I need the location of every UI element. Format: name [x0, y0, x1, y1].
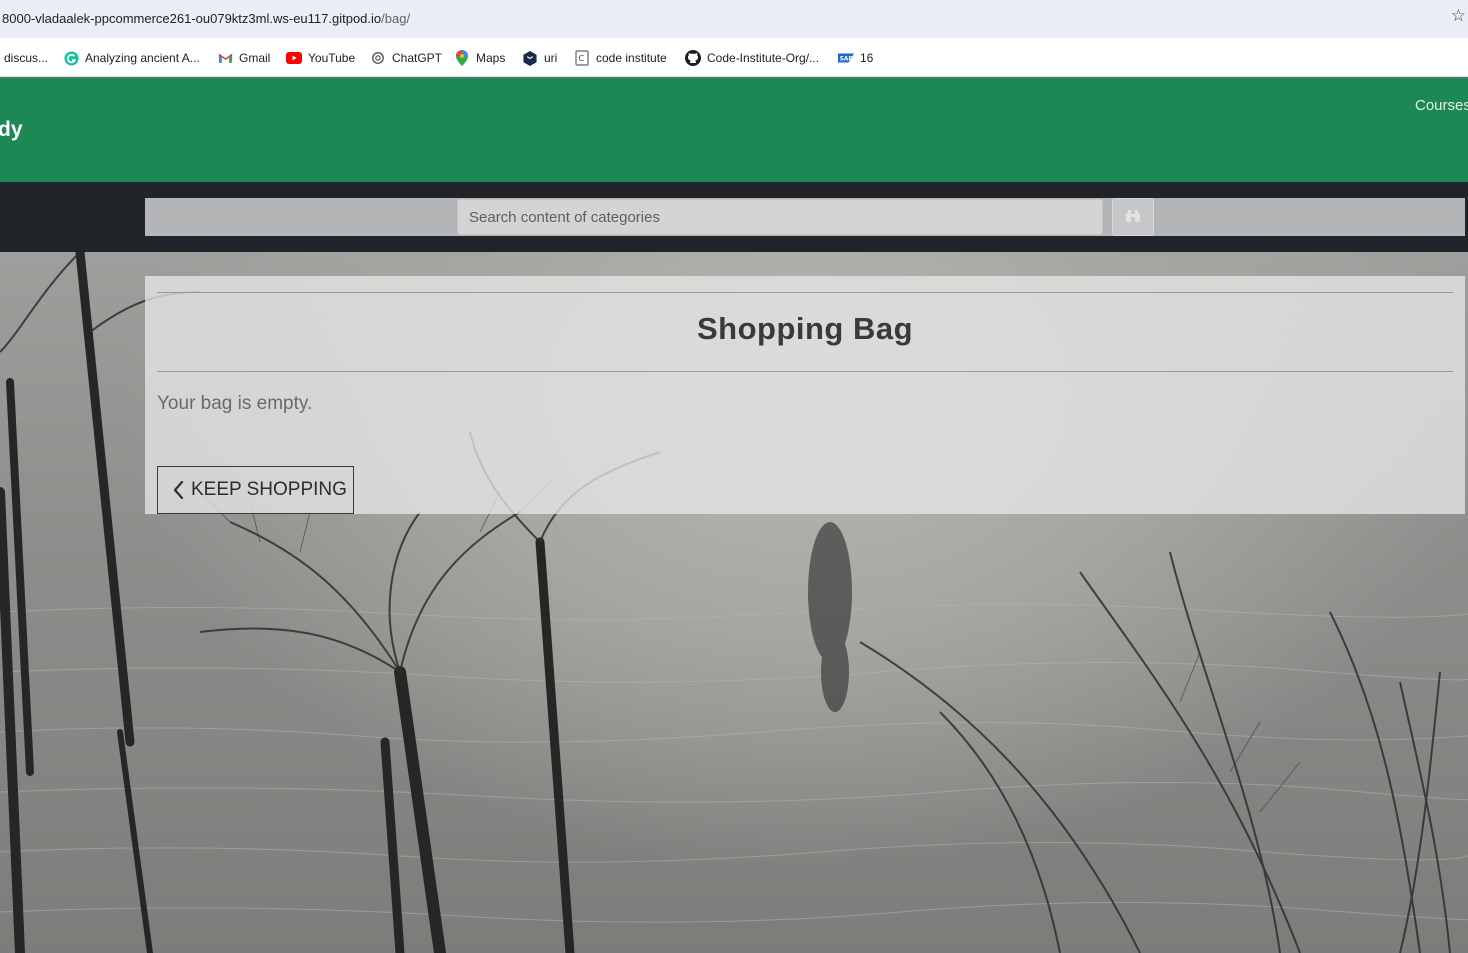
bookmark-uri[interactable]: uri	[522, 49, 557, 67]
bookmark-youtube[interactable]: YouTube	[286, 49, 355, 67]
keep-shopping-button[interactable]: KEEP SHOPPING	[157, 466, 354, 514]
search-input[interactable]	[457, 199, 1103, 235]
bookmark-analyzing-ancient[interactable]: Analyzing ancient A...	[63, 49, 200, 67]
divider-bottom	[157, 371, 1453, 372]
github-icon	[685, 50, 701, 66]
url-host: 8000-vladaalek-ppcommerce261-ou079ktz3ml…	[2, 11, 382, 26]
page-title: Shopping Bag	[696, 311, 914, 346]
bookmark-chatgpt[interactable]: ChatGPT	[370, 49, 442, 67]
empty-bag-message: Your bag is empty.	[157, 393, 313, 414]
page-icon: C	[574, 50, 590, 66]
divider-top	[157, 292, 1453, 293]
site-header	[0, 78, 1468, 182]
bookmark-label: uri	[544, 51, 558, 65]
address-bar[interactable]: 8000-vladaalek-ppcommerce261-ou079ktz3ml…	[0, 0, 1468, 38]
maps-pin-icon	[454, 50, 470, 66]
search-button[interactable]	[1112, 198, 1154, 236]
site-brand[interactable]: dy	[0, 118, 23, 142]
bookmark-label: ChatGPT	[392, 51, 443, 65]
bookmark-discus[interactable]: discus...	[4, 49, 48, 67]
bookmark-label: YouTube	[308, 51, 356, 65]
svg-text:SAP: SAP	[840, 57, 853, 63]
chatgpt-icon	[370, 50, 386, 66]
bookmark-code-institute[interactable]: C code institute	[574, 49, 667, 67]
bookmarks-bar: discus... Analyzing ancient A... Gmail Y…	[0, 38, 1468, 77]
bookmark-gmail[interactable]: Gmail	[217, 49, 270, 67]
grammarly-icon	[63, 50, 79, 66]
url-text[interactable]: 8000-vladaalek-ppcommerce261-ou079ktz3ml…	[2, 11, 410, 26]
star-icon[interactable]: ☆	[1451, 8, 1466, 25]
keep-shopping-label: KEEP SHOPPING	[191, 479, 347, 500]
gmail-icon	[217, 50, 233, 66]
bookmark-16[interactable]: SAP 16	[838, 49, 873, 67]
bookmark-label: Analyzing ancient A...	[85, 51, 200, 65]
chevron-left-icon	[173, 481, 184, 499]
bookmark-maps[interactable]: Maps	[454, 49, 505, 67]
bookmark-label: 16	[860, 51, 874, 65]
bookmark-label: code institute	[596, 51, 667, 65]
hexagon-icon	[522, 50, 538, 66]
bookmark-code-institute-org[interactable]: Code-Institute-Org/...	[685, 49, 819, 67]
url-path: /bag/	[381, 11, 411, 26]
bookmark-label: Code-Institute-Org/...	[707, 51, 820, 65]
sap-icon: SAP	[838, 50, 854, 66]
youtube-icon	[286, 50, 302, 66]
nav-courses-link[interactable]: Courses	[1415, 97, 1468, 114]
bookmark-label: Gmail	[239, 51, 271, 65]
svg-text:C: C	[579, 54, 585, 63]
bookmark-label: Maps	[476, 51, 506, 65]
binoculars-icon	[1125, 208, 1141, 227]
bookmark-label: discus...	[4, 51, 49, 65]
